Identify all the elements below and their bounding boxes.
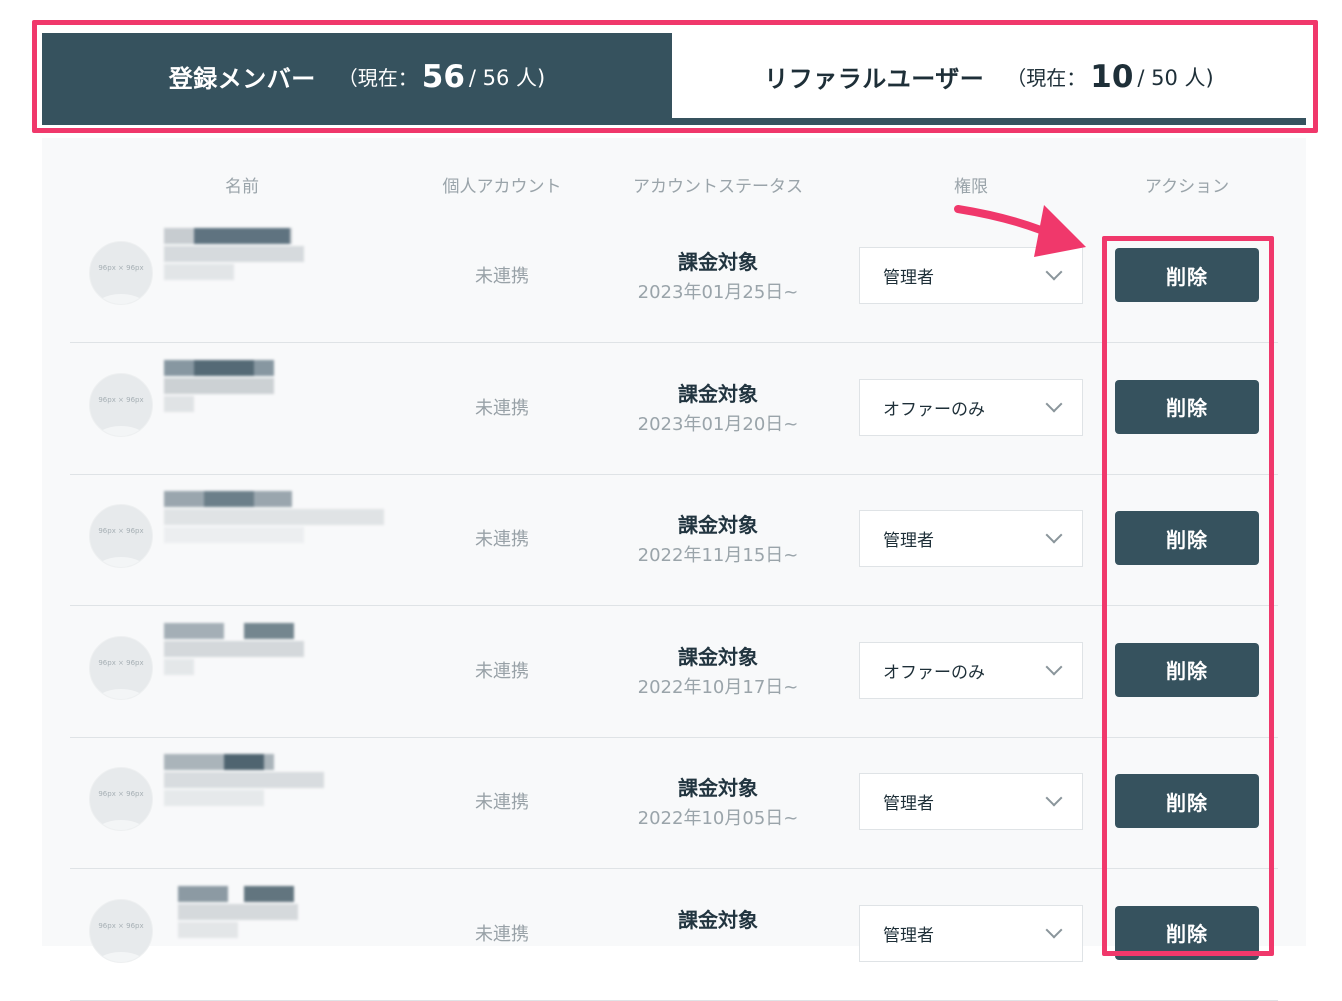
permission-select[interactable]: 管理者 (859, 904, 1083, 962)
chevron-down-icon (1045, 658, 1063, 675)
redaction-block (204, 491, 254, 507)
tabs-highlight-box (32, 20, 1318, 133)
account-status-date: 2023年01月25日~ (637, 282, 799, 303)
personal-account-status: 未連携 (475, 266, 529, 287)
redaction-block (164, 622, 224, 639)
member-name-redacted (164, 228, 324, 298)
personal-account-status: 未連携 (475, 923, 529, 945)
avatar-placeholder-text: 96px × 96px (98, 527, 144, 535)
member-name-redacted (164, 491, 384, 561)
avatar-placeholder-text: 96px × 96px (98, 790, 144, 798)
avatar: 96px × 96px (89, 898, 153, 963)
header-action: アクション (1144, 177, 1230, 197)
chevron-down-icon (1045, 789, 1063, 807)
redaction-block (164, 640, 304, 657)
header-personal-account: 個人アカウント (442, 177, 562, 197)
redaction-block (164, 772, 324, 788)
personal-account-status: 未連携 (475, 397, 529, 419)
avatar: 96px × 96px (89, 241, 153, 305)
chevron-down-icon (1045, 395, 1063, 412)
permission-select-value: オファーのみ (883, 662, 985, 683)
table-row: 96px × 96px 未連携 課金対象 2023年01月20日~ オファーのみ… (70, 344, 1278, 475)
account-status: 課金対象 (678, 907, 758, 932)
permission-select[interactable]: 管理者 (859, 510, 1083, 567)
account-status: 課金対象 (678, 644, 758, 669)
redaction-block (194, 228, 290, 244)
account-status: 課金対象 (678, 513, 758, 537)
account-status-date: 2022年10月05日~ (637, 808, 799, 829)
redaction-block (164, 527, 304, 543)
personal-account-status: 未連携 (475, 660, 529, 682)
permission-select-value: 管理者 (883, 925, 934, 946)
avatar: 96px × 96px (89, 372, 153, 437)
redaction-block (178, 921, 238, 938)
table-row: 96px × 96px 未連携 課金対象 2022年11月15日~ 管理者 削除 (70, 475, 1278, 606)
redaction-block (164, 658, 194, 675)
personal-account-status: 未連携 (475, 792, 529, 813)
avatar: 96px × 96px (89, 635, 153, 700)
avatar: 96px × 96px (89, 767, 153, 831)
table-row: 96px × 96px 未連携 課金対象 2022年10月05日~ 管理者 削除 (70, 738, 1278, 869)
avatar-silhouette (94, 688, 148, 699)
avatar-placeholder-text: 96px × 96px (98, 921, 144, 930)
redaction-block (164, 395, 194, 412)
avatar-placeholder-text: 96px × 96px (98, 264, 144, 272)
chevron-down-icon (1045, 263, 1063, 281)
chevron-down-icon (1045, 526, 1063, 544)
avatar-silhouette (94, 820, 148, 830)
avatar: 96px × 96px (89, 504, 153, 568)
table-row: 96px × 96px 未連携 課金対象 2022年10月17日~ オファーのみ… (70, 607, 1278, 738)
permission-select-value: 管理者 (883, 531, 934, 551)
redaction-block (164, 790, 264, 806)
member-name-redacted (164, 885, 324, 956)
account-status-date: 2022年11月15日~ (637, 545, 799, 566)
avatar-placeholder-text: 96px × 96px (98, 658, 144, 667)
permission-select-value: 管理者 (883, 268, 934, 288)
redaction-block (164, 509, 384, 525)
member-name-redacted (164, 359, 324, 430)
redaction-block (164, 377, 274, 394)
redaction-block (164, 246, 304, 262)
redaction-block (178, 903, 298, 920)
avatar-placeholder-text: 96px × 96px (98, 395, 144, 404)
redaction-block (178, 885, 228, 902)
annotation-arrow-icon (954, 205, 1086, 257)
permission-select-value: オファーのみ (883, 399, 985, 420)
header-permission: 権限 (954, 177, 988, 197)
account-status-date: 2022年10月17日~ (637, 676, 799, 698)
avatar-silhouette (94, 425, 148, 436)
permission-select-value: 管理者 (883, 794, 934, 814)
avatar-silhouette (94, 557, 148, 567)
permission-select[interactable]: 管理者 (859, 773, 1083, 830)
table-row: 96px × 96px 未連携 課金対象 管理者 削除 (70, 870, 1278, 1001)
personal-account-status: 未連携 (475, 529, 529, 550)
avatar-silhouette (94, 294, 148, 304)
account-status: 課金対象 (678, 776, 758, 800)
redaction-block (244, 885, 294, 902)
account-status-date: 2023年01月20日~ (637, 413, 799, 435)
redaction-block (194, 359, 254, 376)
redaction-block (224, 754, 264, 770)
table-row: 96px × 96px 未連携 課金対象 2023年01月25日~ 管理者 削除 (70, 212, 1278, 343)
permission-select[interactable]: オファーのみ (859, 641, 1083, 699)
redaction-block (164, 264, 234, 280)
member-name-redacted (164, 754, 324, 824)
permission-select[interactable]: オファーのみ (859, 378, 1083, 436)
redaction-block (244, 622, 294, 639)
header-account-status: アカウントステータス (633, 177, 803, 197)
chevron-down-icon (1045, 921, 1063, 938)
avatar-silhouette (94, 951, 148, 962)
account-status: 課金対象 (678, 250, 758, 274)
member-name-redacted (164, 622, 324, 693)
action-column-highlight-box (1102, 236, 1274, 956)
header-name: 名前 (225, 177, 259, 197)
account-status: 課金対象 (678, 381, 758, 406)
